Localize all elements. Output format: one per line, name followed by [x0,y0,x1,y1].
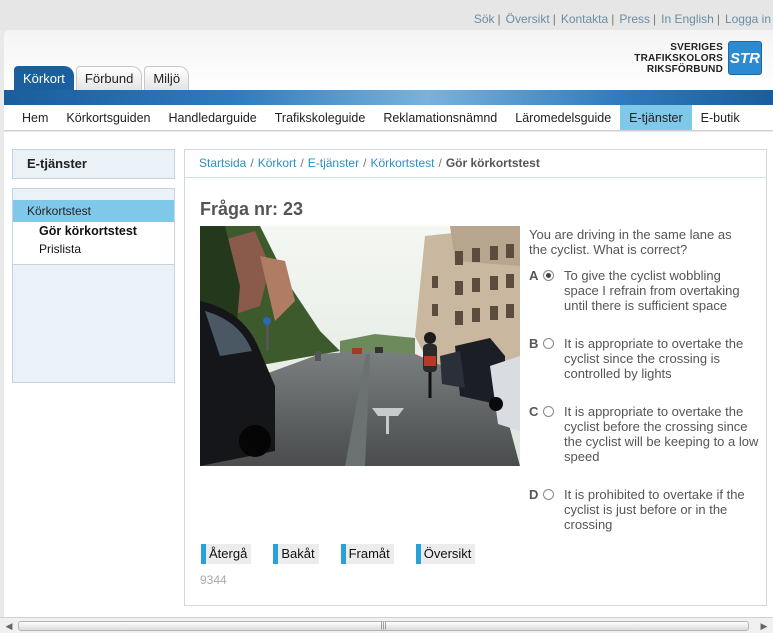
tab-forbund[interactable]: Förbund [75,66,143,90]
return-button[interactable]: Återgå [201,544,252,564]
sidebar-list: Körkortstest Gör körkortstest Prislista [13,200,174,265]
nav-hem[interactable]: Hem [4,105,57,130]
site-header: Körkort Förbund Miljö SVERIGES TRAFIKSKO… [4,30,773,90]
option-letter: D [529,487,539,502]
nav-korkortsguiden[interactable]: Körkortsguiden [57,105,159,130]
breadcrumb-korkortstest[interactable]: Körkortstest [370,156,434,170]
logo-line-1: SVERIGES [670,41,723,53]
scroll-left-icon[interactable]: ◀ [2,620,16,632]
question-text: You are driving in the same lane as the … [529,227,732,257]
breadcrumb-separator: / [363,156,367,170]
nav-reklamationsnamnd[interactable]: Reklamationsnämnd [374,105,506,130]
breadcrumb-separator: / [300,156,304,170]
radio-button-b[interactable] [543,338,554,349]
logo-mark-icon: STR [728,41,762,75]
sidebar-item-korkortstest[interactable]: Körkortstest [13,200,174,222]
forward-button[interactable]: Framåt [340,544,394,564]
breadcrumb-startsida[interactable]: Startsida [199,156,246,170]
section-tabs: Körkort Förbund Miljö [14,66,190,90]
main-nav: Hem Körkortsguiden Handledarguide Trafik… [4,105,773,131]
radio-button-c[interactable] [543,406,554,417]
nav-e-tjanster[interactable]: E-tjänster [620,105,692,130]
toplink-sok[interactable]: Sök [474,12,495,26]
horizontal-scrollbar[interactable]: ◀ ||| ▶ [0,617,773,633]
answer-option-d[interactable]: D It is prohibited to overtake if the cy… [529,487,761,532]
test-panel: Startsida / Körkort / E-tjänster / Körkortstes… [184,149,767,606]
option-letter: B [529,336,539,351]
nav-laromedelsguide[interactable]: Läromedelsguide [506,105,620,130]
nav-handledarguide[interactable]: Handledarguide [159,105,265,130]
option-text: It is prohibited to overtake if the cycl… [564,487,745,532]
sidebar-menu: Körkortstest Gör körkortstest Prislista [12,188,175,383]
option-letter: A [529,268,539,283]
breadcrumb-current: Gör körkortstest [445,156,540,170]
question-code: 9344 [200,573,227,587]
logo-line-3: RIKSFÖRBUND [646,63,723,75]
nav-e-butik[interactable]: E-butik [692,105,749,130]
nav-trafikskoleguide[interactable]: Trafikskoleguide [266,105,375,130]
street-scene-image [200,226,520,466]
utility-bar: Sök Översikt Kontakta Press In English L… [0,0,773,30]
navigation-buttons: Återgå Bakåt Framåt Översikt [201,544,497,564]
answer-option-b[interactable]: B It is appropriate to overtake the cycl… [529,336,761,381]
toplink-logga-in[interactable]: Logga in [714,12,771,26]
option-text: To give the cyclist wobbling space I ref… [564,268,740,313]
logo-line-2: TRAFIKSKOLORS [634,52,723,64]
sidebar-item-gor-korkortstest[interactable]: Gör körkortstest [13,222,174,240]
overview-button[interactable]: Översikt [415,544,476,564]
logo-text: SVERIGES TRAFIKSKOLORS RIKSFÖRBUND [634,42,723,75]
radio-button-a[interactable] [543,270,554,281]
sidebar-heading: E-tjänster [12,149,175,179]
breadcrumb: Startsida / Körkort / E-tjänster / Körkortstes… [185,150,766,178]
option-letter: C [529,404,539,419]
back-button[interactable]: Bakåt [273,544,319,564]
toplink-press[interactable]: Press [608,12,650,26]
option-text: It is appropriate to overtake the cyclis… [564,404,759,464]
scrollbar-thumb[interactable]: ||| [18,621,749,631]
breadcrumb-separator: / [250,156,254,170]
toplink-in-english[interactable]: In English [650,12,714,26]
sidebar-item-prislista[interactable]: Prislista [13,240,174,258]
tab-miljo[interactable]: Miljö [144,66,190,90]
breadcrumb-e-tjanster[interactable]: E-tjänster [308,156,359,170]
radio-button-d[interactable] [543,489,554,500]
question-photo [200,226,520,466]
toplink-kontakta[interactable]: Kontakta [550,12,608,26]
str-logo[interactable]: SVERIGES TRAFIKSKOLORS RIKSFÖRBUND STR [634,41,762,75]
toplink-oversikt[interactable]: Översikt [495,12,550,26]
breadcrumb-separator: / [438,156,442,170]
answer-option-a[interactable]: A To give the cyclist wobbling space I r… [529,268,761,313]
header-band [4,90,773,105]
scroll-right-icon[interactable]: ▶ [757,620,771,632]
question-title: Fråga nr: 23 [200,199,304,219]
answer-option-c[interactable]: C It is appropriate to overtake the cycl… [529,404,761,464]
breadcrumb-korkort[interactable]: Körkort [258,156,297,170]
option-text: It is appropriate to overtake the cyclis… [564,336,744,381]
tab-korkort[interactable]: Körkort [14,66,74,90]
